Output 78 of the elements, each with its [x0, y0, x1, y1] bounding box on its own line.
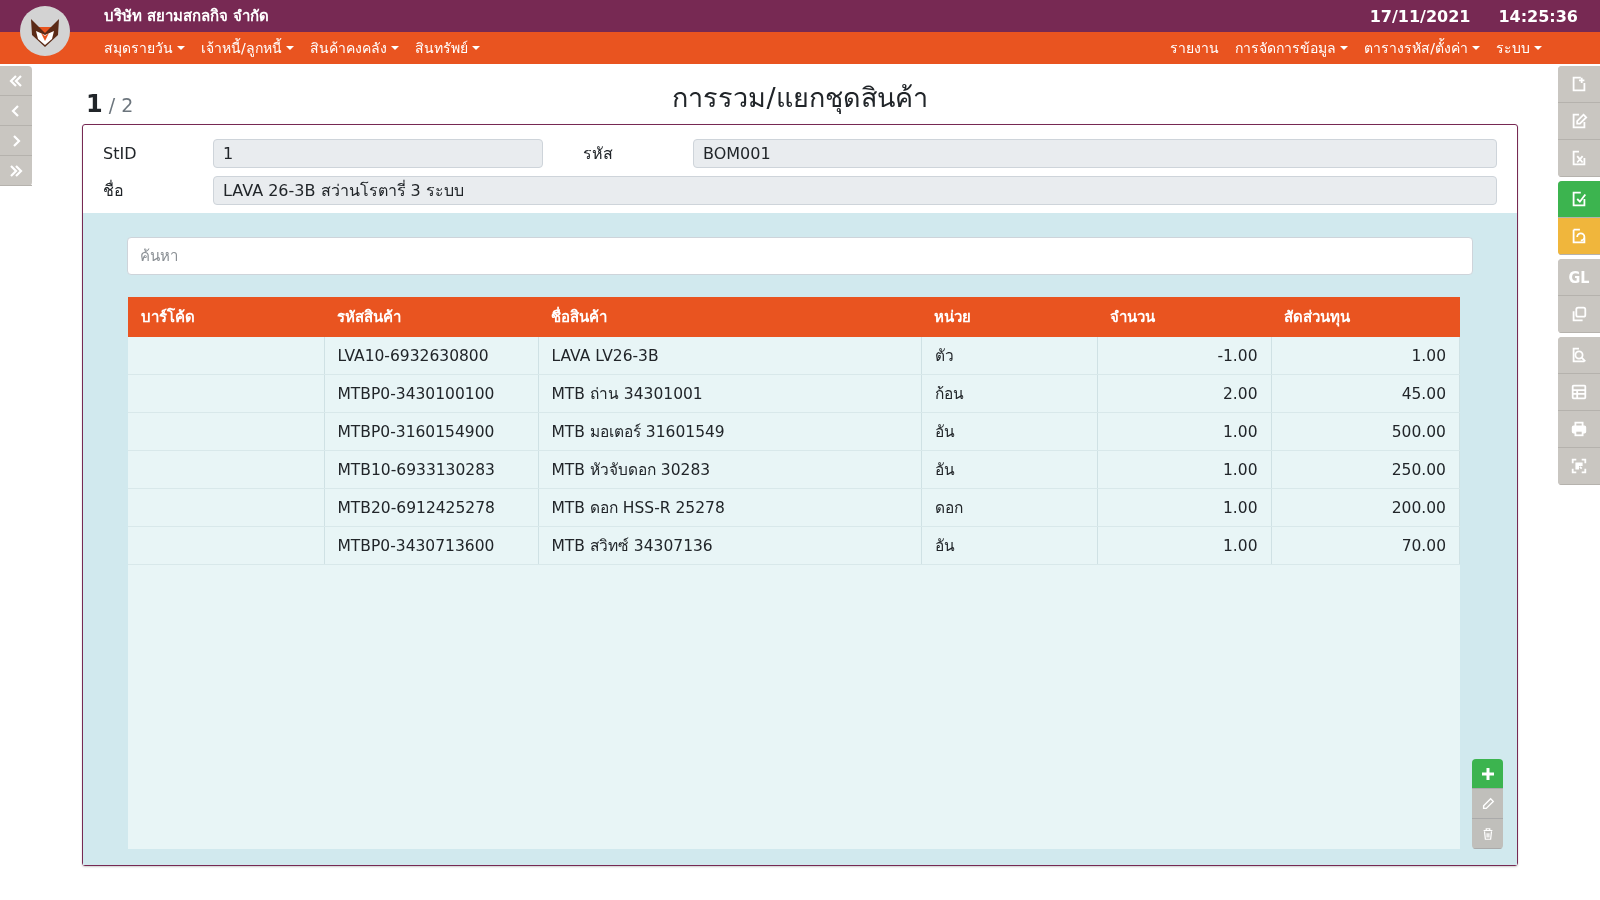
search-icon	[1570, 346, 1588, 364]
document-undo-icon	[1570, 227, 1588, 245]
column-header: รหัสสินค้า	[324, 297, 538, 337]
table-cell: MTB สวิทซ์ 34307136	[538, 526, 921, 565]
table-cell: ก้อน	[921, 374, 1097, 413]
menu-item[interactable]: สินค้าคงคลัง	[301, 37, 407, 59]
table-cell: 45.00	[1271, 374, 1460, 413]
document-plus-icon	[1570, 75, 1588, 93]
save-button[interactable]	[1558, 181, 1600, 218]
search-field[interactable]: ค้นหา	[127, 237, 1473, 275]
table-cell: 1.00	[1271, 337, 1460, 375]
pencil-square-icon	[1570, 112, 1588, 130]
menu-item[interactable]: สมุดรายวัน	[96, 37, 193, 59]
field-label: ชื่อ	[103, 179, 125, 202]
double-chevron-right-icon	[8, 162, 24, 179]
table-cell: MTB ดอก HSS-R 25278	[538, 488, 921, 527]
table-cell: MTB ถ่าน 34301001	[538, 374, 921, 413]
company-name: บริษัท สยามสกลกิจ จำกัด	[104, 6, 270, 27]
pencil-icon	[1480, 796, 1495, 811]
table-cell: MTBP0-3160154900	[324, 412, 538, 451]
printer-icon	[1570, 420, 1588, 438]
table-cell: MTB มอเตอร์ 31601549	[538, 412, 921, 451]
table-cell: อัน	[921, 412, 1097, 451]
menu-item[interactable]: เจ้าหนี้/ลูกหนี้	[193, 37, 302, 59]
document-x-icon	[1570, 149, 1588, 167]
add-button[interactable]	[1558, 66, 1600, 103]
checkbox-icon	[1570, 190, 1588, 208]
table-cell: 500.00	[1271, 412, 1460, 451]
stid-field[interactable]: 1	[213, 139, 543, 168]
table-cell: MTB หัวจับดอก 30283	[538, 450, 921, 489]
name-field[interactable]: LAVA 26-3B สว่านโรตารี่ 3 ระบบ	[213, 176, 1497, 205]
page-title: การรวม/แยกชุดสินค้า	[672, 81, 928, 116]
plus-icon	[1479, 765, 1496, 782]
menu-item[interactable]: ตารางรหัส/ตั้งค่า	[1356, 37, 1488, 59]
column-header: หน่วย	[921, 297, 1097, 337]
table-cell: MTB10-6933130283	[324, 450, 538, 489]
column-header: จำนวน	[1097, 297, 1271, 337]
copy-icon	[1570, 305, 1588, 323]
page-number: 1	[86, 90, 103, 118]
find-button[interactable]	[1558, 337, 1600, 374]
table-cell: อัน	[921, 450, 1097, 489]
add-row-button[interactable]	[1472, 759, 1503, 789]
menu-item[interactable]: การจัดการข้อมูล	[1227, 37, 1357, 59]
table-cell: MTBP0-3430100100	[324, 374, 538, 413]
table-cell: LAVA LV26-3B	[538, 337, 921, 375]
table-cell: 250.00	[1271, 450, 1460, 489]
table-cell: 200.00	[1271, 488, 1460, 527]
edit-row-button[interactable]	[1472, 789, 1503, 819]
date-text: 17/11/2021	[1369, 6, 1471, 26]
table-cell: MTBP0-3430713600	[324, 526, 538, 565]
table-cell: MTB20-6912425278	[324, 488, 538, 527]
table-cell: ดอก	[921, 488, 1097, 527]
table-cell: 70.00	[1271, 526, 1460, 565]
undo-button[interactable]	[1558, 218, 1600, 255]
table-cell: ตัว	[921, 337, 1097, 375]
column-header: สัดส่วนทุน	[1271, 297, 1460, 337]
table-cell: 2.00	[1097, 374, 1271, 413]
menu-item[interactable]: รายงาน	[1162, 37, 1228, 59]
table-cell: 1.00	[1097, 488, 1271, 527]
table-cell: 1.00	[1097, 412, 1271, 451]
code-field[interactable]: BOM001	[693, 139, 1497, 168]
field-label: StID	[103, 144, 138, 163]
column-header: บาร์โค้ด	[128, 297, 324, 337]
qr-scan-icon	[1570, 457, 1588, 475]
table-cell: อัน	[921, 526, 1097, 565]
double-chevron-left-icon	[8, 72, 24, 89]
time-text: 14:25:36	[1498, 6, 1578, 26]
table-cell: 1.00	[1097, 526, 1271, 565]
table-cell: -1.00	[1097, 337, 1271, 375]
field-label: รหัส	[583, 143, 614, 165]
menu-item[interactable]: สินทรัพย์	[406, 37, 488, 59]
column-header: ชื่อสินค้า	[538, 297, 921, 337]
table-icon	[1570, 383, 1588, 401]
table-cell: LVA10-6932630800	[324, 337, 538, 375]
table-cell: 1.00	[1097, 450, 1271, 489]
menu-item[interactable]: ระบบ	[1488, 37, 1550, 59]
page-total: / 2	[108, 94, 134, 116]
delete-row-button[interactable]	[1472, 819, 1503, 849]
